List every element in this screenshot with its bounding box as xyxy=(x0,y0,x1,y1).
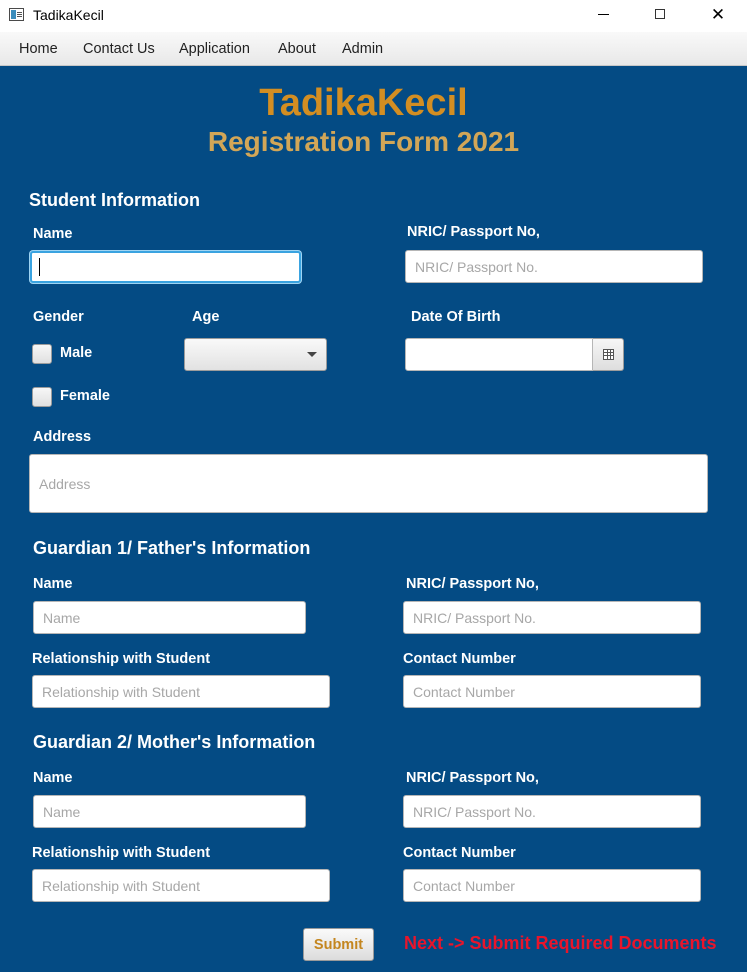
guardian1-name-label: Name xyxy=(33,576,73,592)
age-select[interactable] xyxy=(184,338,327,371)
menu-bar: Home Contact Us Application About Admin xyxy=(0,32,747,66)
address-input[interactable] xyxy=(29,454,708,513)
next-step-link[interactable]: Next -> Submit Required Documents xyxy=(404,933,717,954)
guardian1-nric-label: NRIC/ Passport No, xyxy=(406,576,539,592)
guardian1-relationship-input[interactable] xyxy=(32,675,330,708)
guardian2-contact-input[interactable] xyxy=(403,869,701,902)
maximize-icon[interactable] xyxy=(637,0,683,32)
female-checkbox[interactable] xyxy=(32,387,52,407)
guardian2-name-label: Name xyxy=(33,770,73,786)
window-title: TadikaKecil xyxy=(33,7,104,23)
menu-item-home[interactable]: Home xyxy=(19,41,58,57)
guardian1-relationship-label: Relationship with Student xyxy=(32,651,211,667)
guardian1-section-title: Guardian 1/ Father's Information xyxy=(33,538,311,558)
form-subtitle: Registration Form 2021 xyxy=(207,126,520,157)
dob-input[interactable] xyxy=(405,338,593,371)
text-cursor xyxy=(39,258,40,276)
guardian1-nric-input[interactable] xyxy=(403,601,701,634)
student-name-label: Name xyxy=(33,226,73,242)
student-section-title: Student Information xyxy=(29,190,200,210)
student-nric-input[interactable] xyxy=(405,250,703,283)
app-window-icon xyxy=(9,8,24,21)
submit-button[interactable]: Submit xyxy=(303,928,374,961)
guardian2-contact-label: Contact Number xyxy=(403,845,516,861)
registration-form-panel: TadikaKecil Registration Form 2021 Stude… xyxy=(0,66,747,972)
window-titlebar: TadikaKecil ✕ xyxy=(0,0,747,32)
male-label[interactable]: Male xyxy=(60,345,92,361)
guardian2-nric-label: NRIC/ Passport No, xyxy=(406,770,539,786)
guardian1-contact-label: Contact Number xyxy=(403,651,516,667)
guardian2-nric-input[interactable] xyxy=(403,795,701,828)
guardian2-name-input[interactable] xyxy=(33,795,306,828)
menu-item-admin[interactable]: Admin xyxy=(342,41,383,57)
guardian1-contact-input[interactable] xyxy=(403,675,701,708)
address-label: Address xyxy=(33,429,92,445)
female-label[interactable]: Female xyxy=(60,388,110,404)
age-label: Age xyxy=(192,309,220,325)
guardian2-relationship-label: Relationship with Student xyxy=(32,845,211,861)
date-picker-button[interactable] xyxy=(593,338,624,371)
chevron-down-icon xyxy=(307,352,317,357)
app-title: TadikaKecil xyxy=(259,82,468,124)
guardian1-name-input[interactable] xyxy=(33,601,306,634)
student-nric-label: NRIC/ Passport No, xyxy=(407,224,540,240)
minimize-icon[interactable] xyxy=(581,0,627,32)
calendar-icon xyxy=(603,349,614,360)
guardian2-section-title: Guardian 2/ Mother's Information xyxy=(33,732,316,752)
menu-item-application[interactable]: Application xyxy=(179,41,250,57)
student-name-input[interactable] xyxy=(30,251,301,283)
dob-label: Date Of Birth xyxy=(411,309,501,325)
menu-item-contact-us[interactable]: Contact Us xyxy=(83,41,155,57)
male-checkbox[interactable] xyxy=(32,344,52,364)
guardian2-relationship-input[interactable] xyxy=(32,869,330,902)
menu-item-about[interactable]: About xyxy=(278,41,316,57)
close-icon[interactable]: ✕ xyxy=(695,0,741,32)
gender-label: Gender xyxy=(33,309,84,325)
